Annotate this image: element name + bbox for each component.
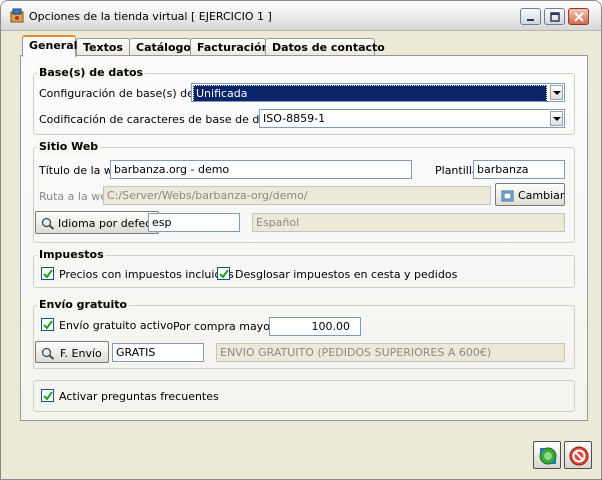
chevron-down-icon	[553, 117, 561, 121]
accept-button[interactable]	[533, 441, 561, 469]
checkmark-icon	[43, 320, 53, 330]
title-bar[interactable]: Opciones de la tienda virtual [ EJERCICI…	[1, 1, 601, 31]
default-language-button-label: Idioma por defecto	[58, 217, 163, 230]
faq-label: Activar preguntas frecuentes	[59, 390, 219, 403]
free-shipping-group-title: Envío gratuito	[37, 298, 130, 311]
search-icon	[41, 217, 55, 230]
encoding-select[interactable]: ISO-8859-1	[259, 109, 565, 128]
close-icon	[574, 12, 584, 22]
faq-checkbox[interactable]	[41, 389, 54, 402]
shipping-description-field: ENVIO GRATUITO (PEDIDOS SUPERIORES A 600…	[216, 343, 565, 362]
folder-icon	[501, 190, 514, 202]
tab-catalogo[interactable]: Catálogo	[129, 38, 191, 56]
free-shipping-active-checkbox[interactable]	[41, 318, 54, 331]
db-config-dropdown-button[interactable]	[550, 85, 563, 100]
cancel-button[interactable]	[564, 441, 592, 469]
search-icon	[41, 347, 55, 360]
language-name-field: Español	[252, 213, 565, 232]
change-path-button-label: Cambiar	[518, 189, 565, 202]
encoding-value: ISO-8859-1	[263, 112, 326, 125]
close-window-button[interactable]	[568, 8, 589, 25]
template-input[interactable]: barbanza	[473, 160, 565, 179]
app-icon	[10, 8, 24, 23]
db-config-select[interactable]: Unificada	[191, 83, 565, 102]
maximize-button[interactable]	[544, 8, 565, 25]
chevron-down-icon	[553, 91, 561, 95]
checkmark-icon	[219, 269, 229, 279]
free-shipping-active-label: Envío gratuito activo	[59, 319, 174, 332]
web-title-input[interactable]: barbanza.org - demo	[110, 160, 412, 179]
minimize-button[interactable]	[520, 8, 541, 25]
tab-datos-contacto[interactable]: Datos de contacto	[265, 38, 385, 56]
maximize-icon	[550, 12, 560, 22]
default-language-button[interactable]: Idioma por defecto	[35, 211, 163, 234]
cancel-icon	[569, 446, 589, 466]
save-accept-icon	[539, 447, 557, 465]
window-title: Opciones de la tienda virtual [ EJERCICI…	[29, 10, 272, 23]
taxes-group-title: Impuestos	[37, 248, 106, 261]
tab-textos[interactable]: Textos	[76, 38, 130, 56]
general-panel: Base(s) de datos Configuración de base(s…	[20, 55, 588, 421]
break-down-taxes-label: Desglosar impuestos en cesta y pedidos	[235, 268, 458, 281]
change-path-button[interactable]: Cambiar	[495, 183, 565, 206]
database-group-title: Base(s) de datos	[37, 66, 146, 79]
checkmark-icon	[43, 269, 53, 279]
web-path-input: C:/Server/Webs/barbanza-org/demo/	[103, 186, 491, 205]
shipping-lookup-button[interactable]: F. Envío	[35, 341, 109, 363]
prices-with-tax-checkbox[interactable]	[41, 267, 54, 280]
minimize-icon	[527, 19, 534, 21]
prices-with-tax-label: Precios con impuestos incluidos	[59, 268, 234, 281]
tab-general[interactable]: General	[22, 35, 77, 57]
checkmark-icon	[43, 391, 53, 401]
shipping-code-input[interactable]: GRATIS	[112, 343, 204, 362]
tab-facturacion[interactable]: Facturación	[190, 38, 269, 56]
shipping-lookup-button-label: F. Envío	[60, 347, 102, 360]
options-window: Opciones de la tienda virtual [ EJERCICI…	[0, 0, 602, 480]
language-code-input[interactable]: esp	[148, 213, 240, 232]
encoding-dropdown-button[interactable]	[550, 111, 563, 126]
website-group-title: Sitio Web	[37, 140, 101, 153]
threshold-input[interactable]: 100.00	[269, 317, 361, 336]
break-down-taxes-checkbox[interactable]	[217, 267, 230, 280]
db-config-value: Unificada	[193, 85, 547, 101]
